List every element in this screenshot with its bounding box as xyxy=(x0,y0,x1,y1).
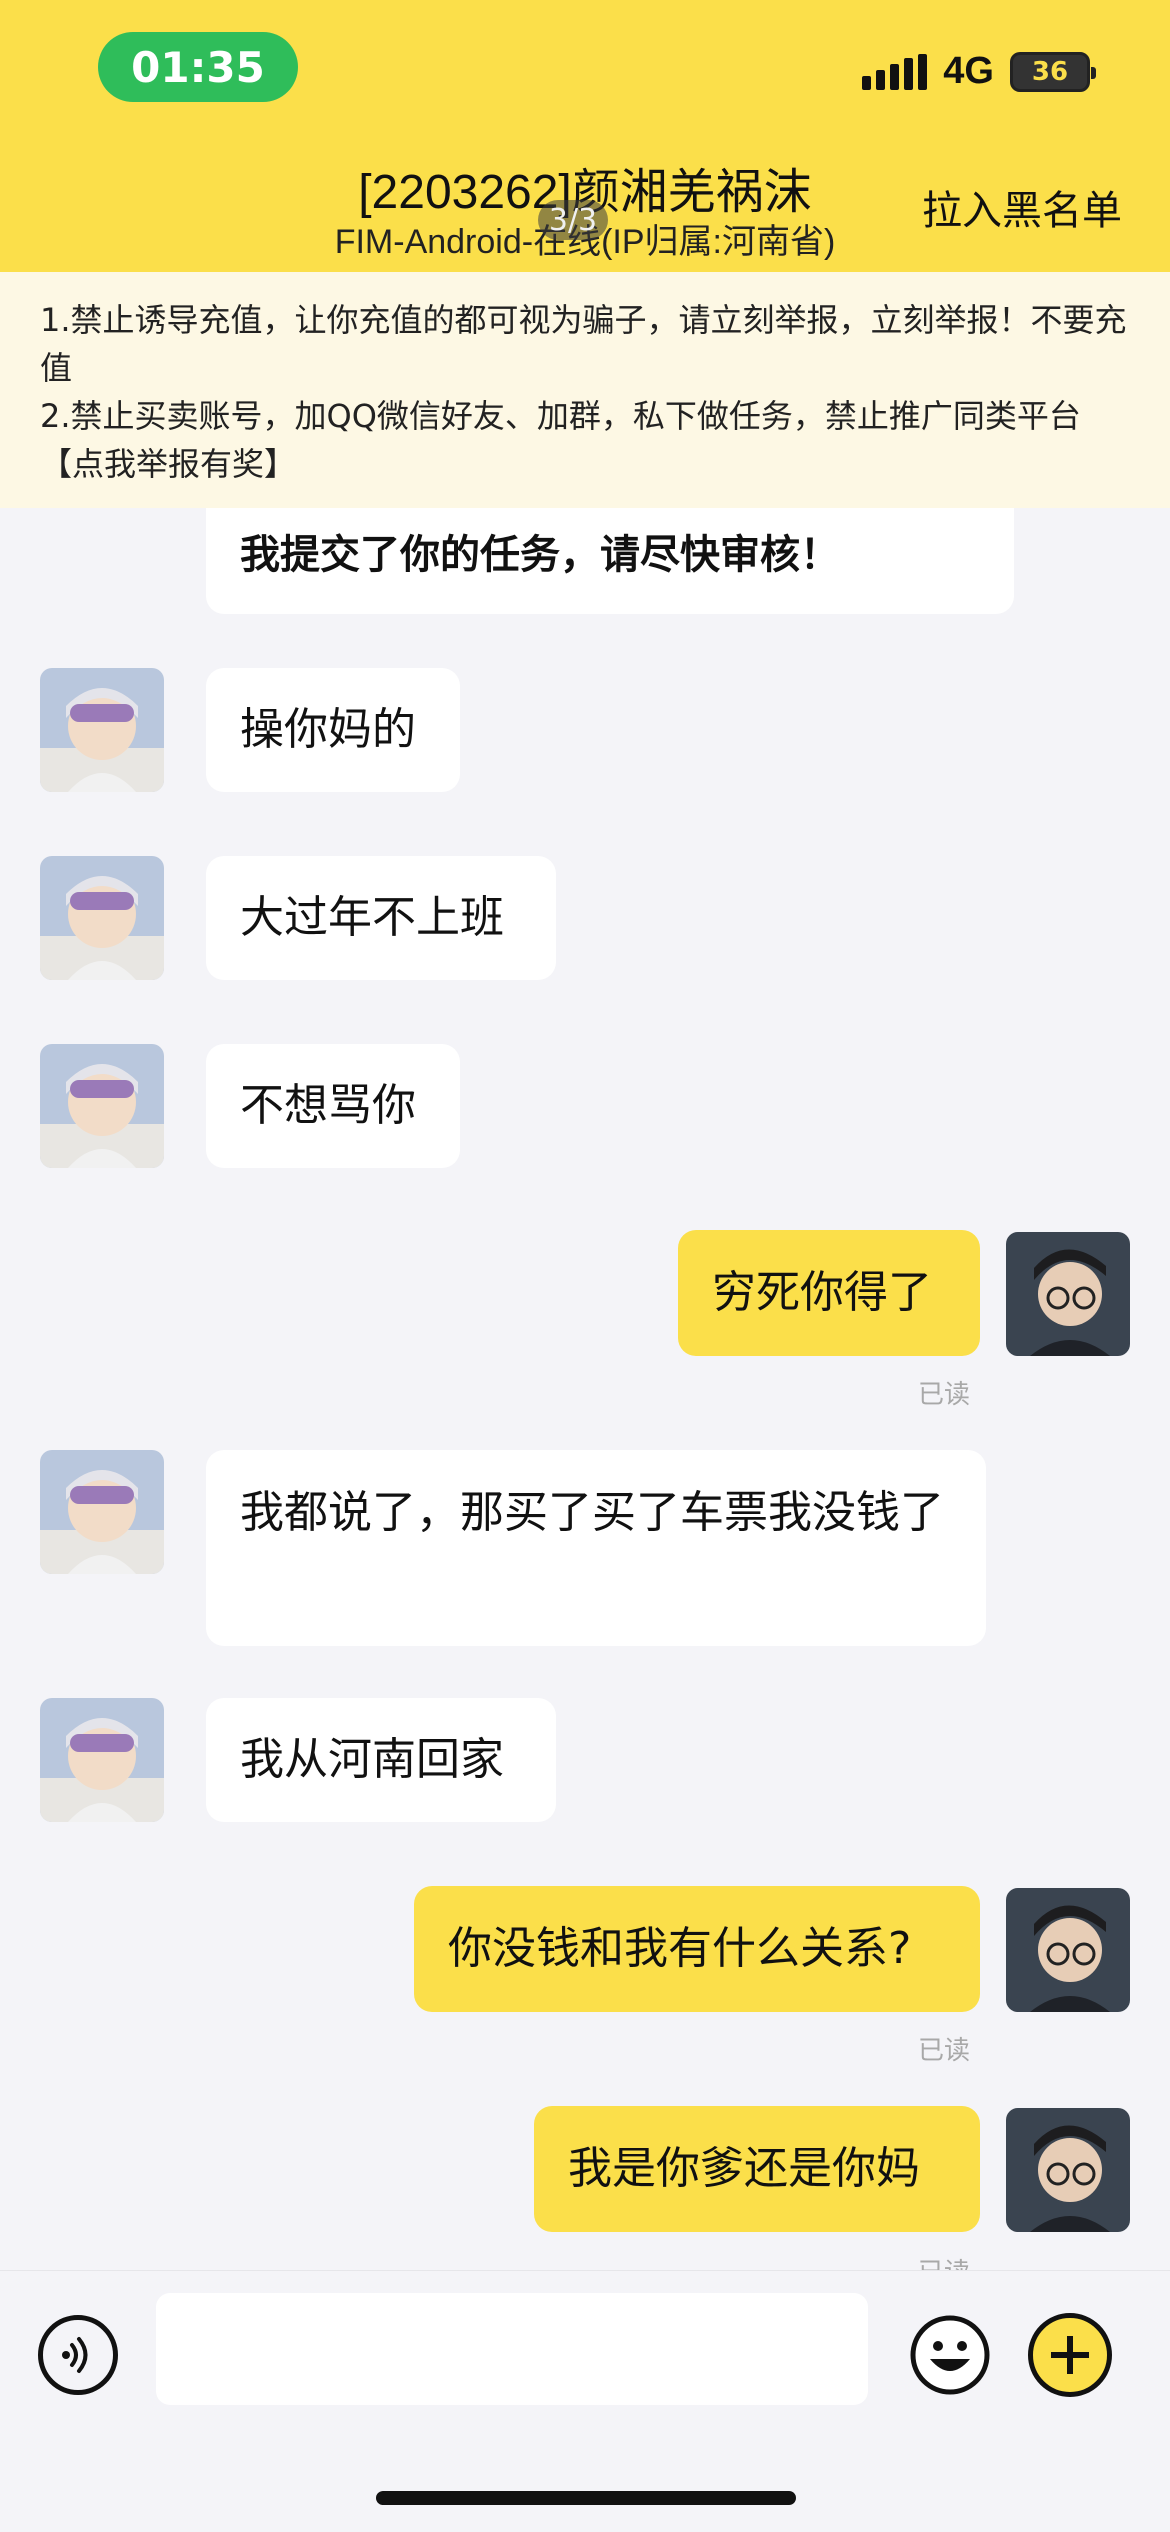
message-bubble[interactable]: 我提交了你的任务，请尽快审核！ xyxy=(206,508,1014,614)
message-bubble[interactable]: 我从河南回家 xyxy=(206,1698,556,1822)
contact-avatar[interactable] xyxy=(40,856,164,980)
home-indicator xyxy=(376,2491,796,2505)
message-bubble[interactable]: 我都说了，那买了买了车票我没钱了 xyxy=(206,1450,986,1646)
read-status: 已读 xyxy=(918,2252,970,2270)
message-bubble[interactable]: 不想骂你 xyxy=(206,1044,460,1168)
status-icons: 4G 36 xyxy=(862,50,1096,93)
plus-button[interactable] xyxy=(1028,2313,1112,2397)
top-header: 01:35 4G 36 [2203262]颜湘羌祸沫 FIM-Android-在… xyxy=(0,0,1170,390)
message-bubble[interactable]: 穷死你得了 xyxy=(678,1230,980,1356)
battery-level: 36 xyxy=(1031,56,1069,87)
network-type: 4G xyxy=(943,50,994,92)
voice-icon xyxy=(62,2337,88,2373)
message-text: 操你妈的 xyxy=(240,704,416,755)
read-status: 已读 xyxy=(918,2036,971,2066)
status-time: 01:35 xyxy=(98,32,298,102)
message-text: 穷死你得了 xyxy=(712,1267,932,1318)
message-text: 我从河南回家 xyxy=(240,1734,504,1785)
message-bubble[interactable]: 我是你爹还是你妈 xyxy=(534,2106,980,2232)
contact-avatar[interactable] xyxy=(40,1450,164,1574)
message-text: 你没钱和我有什么关系? xyxy=(448,1923,912,1974)
battery-icon: 36 xyxy=(1010,51,1096,92)
message-text: 我提交了你的任务，请尽快审核！ xyxy=(240,532,840,578)
read-status: 已读 xyxy=(918,1380,971,1410)
my-avatar[interactable] xyxy=(1006,2108,1130,2232)
my-avatar[interactable] xyxy=(1006,1232,1130,1356)
notice-line-2: 2.禁止买卖账号，加QQ微信好友、加群，私下做任务，禁止推广同类平台【点我举报有… xyxy=(40,397,1081,483)
contact-avatar[interactable] xyxy=(40,1698,164,1822)
plus-icon xyxy=(1051,2336,1089,2374)
contact-avatar[interactable] xyxy=(40,1044,164,1168)
message-bubble[interactable]: 大过年不上班 xyxy=(206,856,556,980)
back-button[interactable] xyxy=(30,160,128,390)
blacklist-button[interactable]: 拉入黑名单 xyxy=(922,178,1122,236)
signal-icon xyxy=(862,53,928,90)
page-indicator: 3/3 xyxy=(538,200,608,240)
message-text: 我是你爹还是你妈 xyxy=(568,2143,920,2194)
voice-button[interactable] xyxy=(38,2315,118,2395)
message-text: 不想骂你 xyxy=(240,1080,416,1131)
message-bubble[interactable]: 你没钱和我有什么关系? xyxy=(414,1886,980,2012)
message-bubble[interactable]: 操你妈的 xyxy=(206,668,460,792)
chat-list[interactable]: 我提交了你的任务，请尽快审核！ 操你妈的 大过年不上班 不想骂你 穷死你得了 已… xyxy=(0,508,1170,2270)
message-text: 我都说了，那买了买了车票我没钱了 xyxy=(240,1487,944,1538)
emoji-button[interactable] xyxy=(908,2313,992,2397)
message-input[interactable] xyxy=(156,2293,868,2405)
contact-avatar[interactable] xyxy=(40,668,164,792)
rules-notice[interactable]: 1.禁止诱导充值，让你充值的都可视为骗子，请立刻举报，立刻举报！不要充值 2.禁… xyxy=(0,272,1170,508)
emoji-icon xyxy=(910,2315,990,2395)
message-text: 大过年不上班 xyxy=(240,892,504,943)
composer-bar xyxy=(0,2270,1170,2532)
my-avatar[interactable] xyxy=(1006,1888,1130,2012)
notice-line-1: 1.禁止诱导充值，让你充值的都可视为骗子，请立刻举报，立刻举报！不要充值 xyxy=(40,301,1127,387)
